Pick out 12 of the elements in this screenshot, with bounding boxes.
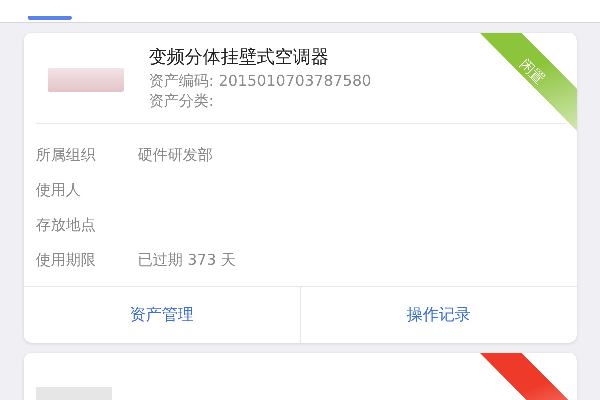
action-button[interactable]: 资产管理 [24, 287, 300, 343]
asset-title: 变频分体挂壁式空调器 [149, 46, 330, 70]
asset-code: 资产编码: 2015010703787580 [149, 71, 372, 91]
action-button[interactable]: 操作记录 [300, 287, 577, 343]
field-label: 使用人 [36, 181, 82, 200]
asset-category: 资产分类: [149, 91, 216, 111]
field-label: 使用期限 [36, 251, 97, 270]
field-label: 所属组织 [36, 146, 97, 165]
field-label: 存放地点 [36, 216, 97, 235]
field-value: 已过期 373 天 [138, 251, 236, 270]
status-ribbon: 闲置 [480, 33, 577, 131]
field-value: 硬件研发部 [138, 146, 213, 165]
